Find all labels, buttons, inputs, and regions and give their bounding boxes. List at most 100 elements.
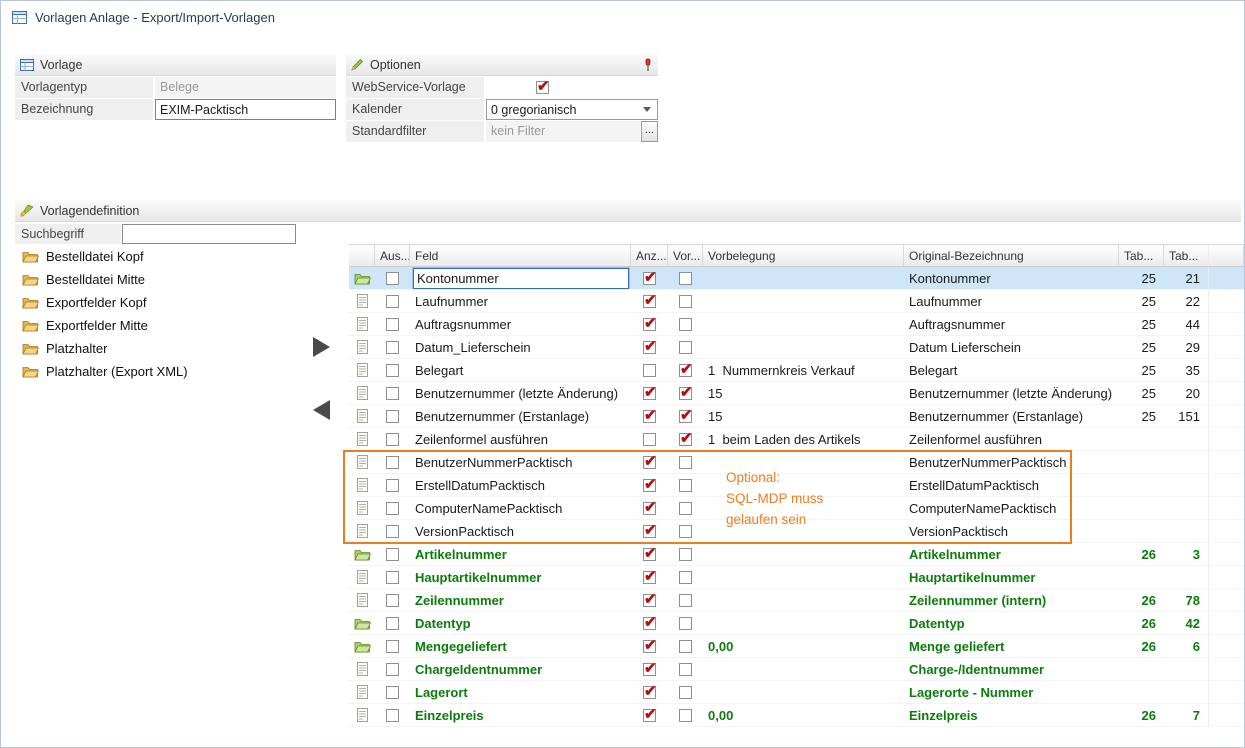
anz-checkbox[interactable]	[643, 341, 656, 354]
aus-checkbox[interactable]	[386, 502, 399, 515]
aus-checkbox[interactable]	[386, 548, 399, 561]
move-right-button[interactable]	[313, 337, 330, 357]
column-header[interactable]	[349, 245, 375, 266]
anz-checkbox[interactable]	[643, 387, 656, 400]
anz-checkbox[interactable]	[643, 410, 656, 423]
anz-checkbox[interactable]	[643, 686, 656, 699]
vor-checkbox[interactable]	[679, 709, 692, 722]
anz-checkbox[interactable]	[643, 594, 656, 607]
column-header[interactable]: Anz...	[631, 245, 668, 266]
move-left-button[interactable]	[313, 400, 330, 420]
aus-checkbox[interactable]	[386, 295, 399, 308]
vor-checkbox[interactable]	[679, 640, 692, 653]
vor-checkbox[interactable]	[679, 663, 692, 676]
column-header[interactable]: Original-Bezeichnung	[904, 245, 1119, 266]
anz-checkbox[interactable]	[643, 617, 656, 630]
vor-checkbox[interactable]	[679, 410, 692, 423]
feld-edit-input[interactable]: Kontonummer	[413, 268, 629, 289]
table-row[interactable]: Belegart1 Nummernkreis VerkaufBelegart25…	[349, 359, 1244, 382]
table-row[interactable]: KontonummerKontonummer2521	[349, 267, 1244, 290]
anz-checkbox[interactable]	[643, 548, 656, 561]
table-row[interactable]: LaufnummerLaufnummer2522	[349, 290, 1244, 313]
pin-icon[interactable]	[643, 58, 653, 72]
vor-checkbox[interactable]	[679, 341, 692, 354]
category-item[interactable]: Exportfelder Mitte	[15, 314, 218, 337]
vor-checkbox[interactable]	[679, 502, 692, 515]
category-item[interactable]: Platzhalter (Export XML)	[15, 360, 218, 383]
vor-checkbox[interactable]	[679, 387, 692, 400]
category-item[interactable]: Bestelldatei Kopf	[15, 245, 218, 268]
table-row[interactable]: Benutzernummer (letzte Änderung)15Benutz…	[349, 382, 1244, 405]
aus-checkbox[interactable]	[386, 640, 399, 653]
vor-checkbox[interactable]	[679, 525, 692, 538]
anz-checkbox[interactable]	[643, 525, 656, 538]
vor-checkbox[interactable]	[679, 295, 692, 308]
anz-checkbox[interactable]	[643, 640, 656, 653]
anz-checkbox[interactable]	[643, 295, 656, 308]
vor-checkbox[interactable]	[679, 364, 692, 377]
vor-checkbox[interactable]	[679, 548, 692, 561]
aus-checkbox[interactable]	[386, 433, 399, 446]
vor-checkbox[interactable]	[679, 479, 692, 492]
column-header[interactable]	[1209, 245, 1244, 266]
anz-checkbox[interactable]	[643, 272, 656, 285]
table-row[interactable]: ErstellDatumPacktischErstellDatumPacktis…	[349, 474, 1244, 497]
category-item[interactable]: Exportfelder Kopf	[15, 291, 218, 314]
table-row[interactable]: AuftragsnummerAuftragsnummer2544	[349, 313, 1244, 336]
category-item[interactable]: Bestelldatei Mitte	[15, 268, 218, 291]
table-row[interactable]: HauptartikelnummerHauptartikelnummer	[349, 566, 1244, 589]
table-row[interactable]: ChargeIdentnummerCharge-/Identnummer	[349, 658, 1244, 681]
anz-checkbox[interactable]	[643, 318, 656, 331]
column-header[interactable]: Aus...	[375, 245, 410, 266]
table-row[interactable]: Datum_LieferscheinDatum Lieferschein2529	[349, 336, 1244, 359]
table-row[interactable]: ComputerNamePacktischComputerNamePacktis…	[349, 497, 1244, 520]
table-row[interactable]: VersionPacktischVersionPacktisch	[349, 520, 1244, 543]
table-row[interactable]: Benutzernummer (Erstanlage)15Benutzernum…	[349, 405, 1244, 428]
aus-checkbox[interactable]	[386, 479, 399, 492]
aus-checkbox[interactable]	[386, 617, 399, 630]
aus-checkbox[interactable]	[386, 663, 399, 676]
vor-checkbox[interactable]	[679, 571, 692, 584]
kalender-dropdown[interactable]: 0 gregorianisch	[486, 99, 658, 120]
aus-checkbox[interactable]	[386, 456, 399, 469]
column-header[interactable]: Vorbelegung	[703, 245, 904, 266]
anz-checkbox[interactable]	[643, 433, 656, 446]
aus-checkbox[interactable]	[386, 525, 399, 538]
aus-checkbox[interactable]	[386, 272, 399, 285]
table-row[interactable]: ZeilennummerZeilennummer (intern)2678	[349, 589, 1244, 612]
table-row[interactable]: Einzelpreis0,00Einzelpreis267	[349, 704, 1244, 727]
anz-checkbox[interactable]	[643, 709, 656, 722]
suchbegriff-input[interactable]	[122, 224, 296, 244]
column-header[interactable]: Tab...	[1164, 245, 1209, 266]
vor-checkbox[interactable]	[679, 433, 692, 446]
aus-checkbox[interactable]	[386, 318, 399, 331]
vor-checkbox[interactable]	[679, 686, 692, 699]
anz-checkbox[interactable]	[643, 502, 656, 515]
column-header[interactable]: Vor...	[668, 245, 703, 266]
table-row[interactable]: DatentypDatentyp2642	[349, 612, 1244, 635]
vor-checkbox[interactable]	[679, 272, 692, 285]
category-item[interactable]: Platzhalter	[15, 337, 218, 360]
anz-checkbox[interactable]	[643, 456, 656, 469]
vor-checkbox[interactable]	[679, 594, 692, 607]
aus-checkbox[interactable]	[386, 709, 399, 722]
standardfilter-more-button[interactable]: ...	[641, 121, 658, 142]
aus-checkbox[interactable]	[386, 594, 399, 607]
table-row[interactable]: Zeilenformel ausführen1 beim Laden des A…	[349, 428, 1244, 451]
anz-checkbox[interactable]	[643, 479, 656, 492]
aus-checkbox[interactable]	[386, 364, 399, 377]
aus-checkbox[interactable]	[386, 410, 399, 423]
vor-checkbox[interactable]	[679, 456, 692, 469]
column-header[interactable]: Feld	[410, 245, 631, 266]
table-row[interactable]: Mengegeliefert0,00Menge geliefert266	[349, 635, 1244, 658]
anz-checkbox[interactable]	[643, 663, 656, 676]
anz-checkbox[interactable]	[643, 571, 656, 584]
table-row[interactable]: ArtikelnummerArtikelnummer263	[349, 543, 1244, 566]
table-row[interactable]: LagerortLagerorte - Nummer	[349, 681, 1244, 704]
table-row[interactable]: BenutzerNummerPacktischBenutzerNummerPac…	[349, 451, 1244, 474]
aus-checkbox[interactable]	[386, 341, 399, 354]
column-header[interactable]: Tab...	[1119, 245, 1164, 266]
vor-checkbox[interactable]	[679, 318, 692, 331]
aus-checkbox[interactable]	[386, 686, 399, 699]
webservice-checkbox[interactable]	[536, 81, 549, 94]
